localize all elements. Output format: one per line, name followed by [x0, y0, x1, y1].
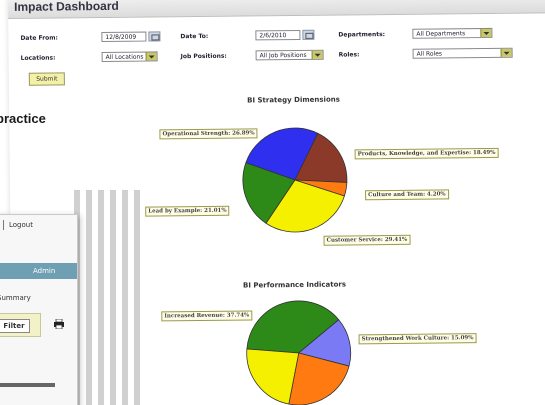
window-title: Impact Dashboard	[14, 0, 119, 14]
screenshot-stage: Impact Dashboard Date From: 12/8/2009 Da…	[0, 0, 545, 405]
locations-select[interactable]: All Locations	[101, 51, 158, 63]
pie-1-label: Customer Service: 29.41%	[323, 234, 411, 246]
job-positions-select[interactable]: All Job Positions	[255, 49, 324, 61]
date-from-label: Date From:	[20, 34, 58, 42]
chevron-down-icon[interactable]	[311, 50, 323, 59]
submit-button[interactable]: Submit	[28, 72, 65, 86]
bi-strategy-pie-chart	[242, 127, 348, 233]
date-to-label: Date To:	[180, 32, 209, 41]
pie-1-label: Operational Strength: 26.89%	[159, 128, 258, 140]
chevron-down-icon[interactable]	[145, 52, 157, 61]
divider	[0, 383, 55, 387]
pie-1-label: Lead by Example: 21.01%	[145, 205, 230, 217]
roles-select[interactable]: All Roles	[412, 47, 513, 59]
departments-label: Departments:	[338, 31, 386, 39]
divider	[3, 220, 4, 230]
pie-1-label: Products, Knowledge, and Expertise: 18.4…	[354, 147, 499, 160]
locations-label: Locations:	[20, 54, 56, 62]
departments-select[interactable]: All Departments	[412, 27, 493, 39]
summary-link[interactable]: Summary	[0, 294, 31, 302]
chevron-down-icon[interactable]	[480, 28, 492, 38]
pie-2-label: Increased Revenue: 37.74%	[161, 310, 253, 322]
window-titlebar: Impact Dashboard	[8, 0, 545, 19]
filter-button[interactable]: Filter	[0, 319, 30, 333]
practice-text: practice	[0, 111, 46, 126]
print-icon[interactable]	[53, 319, 65, 329]
departments-selected-value: All Departments	[416, 30, 466, 38]
chevron-down-icon[interactable]	[500, 48, 512, 57]
date-to-input[interactable]: 2/6/2010	[255, 29, 301, 41]
chart-2-title: BI Performance Indicators	[242, 280, 347, 290]
locations-selected-value: All Locations	[105, 53, 144, 61]
job-positions-label: Job Positions:	[180, 52, 227, 61]
job-positions-selected-value: All Job Positions	[259, 51, 307, 60]
logout-link[interactable]: Logout	[9, 221, 33, 229]
date-from-input[interactable]: 12/8/2009	[101, 31, 147, 43]
roles-selected-value: All Roles	[416, 50, 443, 58]
pie-2-label: Strengthened Work Culture: 15.09%	[358, 333, 477, 345]
admin-panel: Logout Admin Summary Filter	[0, 214, 78, 405]
roles-label: Roles:	[338, 51, 360, 59]
calendar-icon[interactable]	[148, 31, 161, 42]
filter-box: Filter	[0, 313, 41, 337]
chart-1-title: BI Strategy Dimensions	[247, 95, 340, 105]
bi-performance-pie-chart	[246, 300, 352, 405]
pie-1-label: Culture and Team: 4.20%	[365, 189, 449, 201]
calendar-icon[interactable]	[302, 29, 315, 40]
decorative-fade	[74, 190, 144, 405]
admin-tab[interactable]: Admin	[33, 267, 55, 275]
